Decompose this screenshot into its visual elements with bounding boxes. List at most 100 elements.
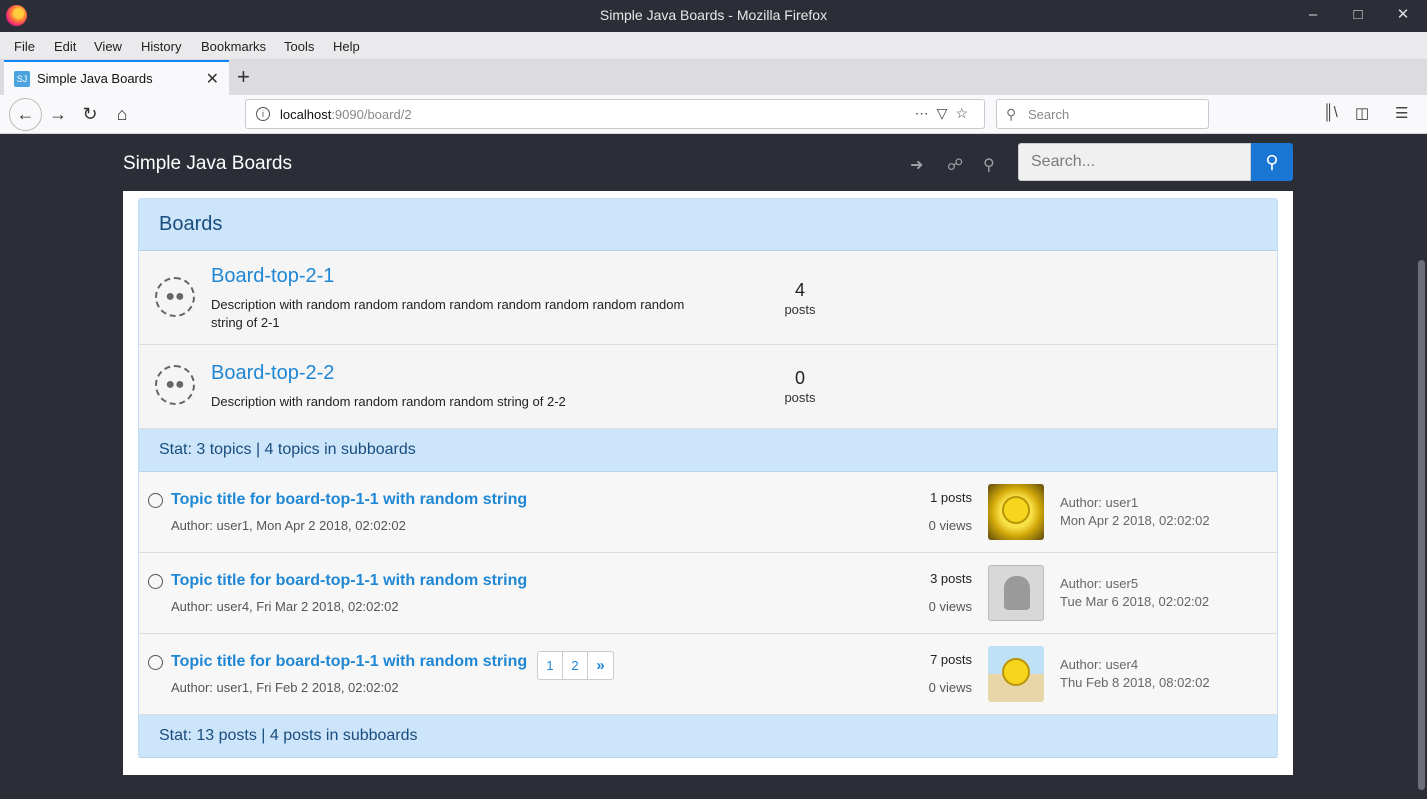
menu-bar: File Edit View History Bookmarks Tools H… (0, 32, 1427, 60)
window-title: Simple Java Boards - Mozilla Firefox (599, 7, 828, 23)
scrollbar[interactable] (1415, 135, 1427, 799)
forward-icon[interactable]: → (47, 103, 69, 125)
anonymous-spy-avatar[interactable] (988, 565, 1044, 621)
reload-icon[interactable]: ↻ (79, 103, 101, 125)
url-bar[interactable]: i localhost:9090/board/2 ⋯▽☆ (245, 99, 985, 129)
home-icon[interactable]: ⌂ (111, 103, 133, 125)
url-text[interactable]: localhost:9090/board/2 (280, 107, 412, 122)
board-description: Description with random random random ra… (211, 297, 685, 330)
topic-status-icon (148, 655, 163, 670)
site-favicon-icon: SJ (14, 71, 30, 87)
topic-row: Topic title for board-top-1-1 with rando… (139, 553, 1277, 634)
site-info-icon[interactable]: i (256, 107, 270, 121)
last-post-date: Tue Mar 6 2018, 02:02:02 (1060, 594, 1210, 609)
topic-title-link[interactable]: Topic title for board-top-1-1 with rando… (171, 572, 527, 590)
minimize-icon[interactable]: – (1304, 6, 1322, 24)
board-description: Description with random random random ra… (211, 394, 566, 409)
post-count-value: 4 (794, 280, 805, 300)
last-post-info: Author: user5 Tue Mar 6 2018, 02:02:02 (1060, 575, 1209, 611)
unlock-icon[interactable]: ☍ (947, 155, 963, 175)
maximize-icon[interactable]: □ (1349, 6, 1367, 24)
menu-help[interactable]: Help (333, 39, 360, 54)
menu-view[interactable]: View (94, 39, 122, 54)
last-post-info: Author: user4 Thu Feb 8 2018, 08:02:02 (1060, 656, 1210, 692)
bookmark-star-icon[interactable]: ☆ (955, 105, 976, 121)
topic-views: 0 views (928, 680, 972, 695)
hamburger-menu-icon[interactable]: ☰ (1395, 104, 1408, 122)
page-link-1[interactable]: 1 (538, 652, 563, 679)
topic-stat-bar: Stat: 3 topics | 4 topics in subboards (139, 429, 1277, 472)
close-tab-icon[interactable]: ✕ (206, 69, 219, 89)
back-icon[interactable]: ← (9, 98, 42, 131)
boards-heading: Boards (139, 199, 1277, 251)
smiley-face-icon (1002, 496, 1030, 524)
key-icon[interactable]: ⚲ (983, 155, 995, 175)
post-count-value: 0 (794, 368, 805, 388)
topic-meta: Author: user1, Mon Apr 2 2018, 02:02:02 (171, 518, 406, 533)
sign-in-icon[interactable]: ➜ (910, 155, 923, 175)
board-title-link[interactable]: Board-top-2-1 (211, 265, 334, 288)
menu-file[interactable]: File (14, 39, 35, 54)
window-titlebar: Simple Java Boards - Mozilla Firefox – □… (0, 0, 1427, 32)
page-link-2[interactable]: 2 (563, 652, 588, 679)
topic-row: Topic title for board-top-1-1 with rando… (139, 634, 1277, 715)
smiley-avatar[interactable] (988, 484, 1044, 540)
beach-smiley-avatar[interactable] (988, 646, 1044, 702)
topic-posts: 1 posts (930, 490, 972, 505)
menu-tools[interactable]: Tools (284, 39, 314, 54)
last-post-author: Author: user1 (1060, 495, 1139, 510)
tab-simple-java-boards[interactable]: SJ Simple Java Boards ✕ (4, 60, 229, 95)
board-title-link[interactable]: Board-top-2-2 (211, 362, 334, 385)
browser-search-input[interactable]: ⚲ Search (996, 99, 1209, 129)
menu-bookmarks[interactable]: Bookmarks (201, 39, 266, 54)
topic-meta: Author: user4, Fri Mar 2 2018, 02:02:02 (171, 599, 399, 614)
sidebar-icon[interactable]: ◫ (1355, 104, 1369, 122)
site-brand[interactable]: Simple Java Boards (123, 153, 292, 175)
comments-icon: ●● (155, 365, 195, 405)
topic-views: 0 views (928, 518, 972, 533)
page-next-icon[interactable]: » (588, 652, 613, 679)
new-tab-icon[interactable]: + (237, 64, 250, 90)
tab-strip: SJ Simple Java Boards ✕ + (0, 60, 1427, 95)
site-search-input[interactable]: Search... (1018, 143, 1251, 181)
post-count-label: posts (784, 302, 816, 317)
panel-title: Boards (159, 213, 223, 235)
topic-title-link[interactable]: Topic title for board-top-1-1 with rando… (171, 491, 527, 509)
smiley-face-icon (1002, 658, 1030, 686)
topic-views: 0 views (928, 599, 972, 614)
topic-title-link[interactable]: Topic title for board-top-1-1 with rando… (171, 653, 527, 671)
navigation-bar: ← → ↻ ⌂ i localhost:9090/board/2 ⋯▽☆ ⚲ S… (0, 95, 1427, 134)
boards-panel: Boards ●● Board-top-2-1 Description with… (138, 198, 1278, 758)
board-row: ●● Board-top-2-2 Description with random… (139, 345, 1277, 429)
board-post-count: 4 posts (779, 280, 821, 317)
library-icon[interactable]: ║\ (1323, 104, 1338, 121)
last-post-date: Thu Feb 8 2018, 08:02:02 (1060, 675, 1210, 690)
topic-stat-text: Stat: 3 topics | 4 topics in subboards (159, 441, 416, 458)
site-search-button[interactable]: ⚲ (1251, 143, 1293, 181)
search-icon: ⚲ (1006, 106, 1017, 122)
last-post-author: Author: user4 (1060, 657, 1139, 672)
menu-history[interactable]: History (141, 39, 181, 54)
post-count-label: posts (784, 390, 816, 405)
page-actions-icon[interactable]: ⋯ (915, 105, 937, 121)
topic-row: Topic title for board-top-1-1 with rando… (139, 472, 1277, 553)
close-icon[interactable]: ✕ (1394, 6, 1412, 24)
topic-status-icon (148, 493, 163, 508)
pocket-icon[interactable]: ▽ (937, 105, 956, 121)
topic-meta: Author: user1, Fri Feb 2 2018, 02:02:02 (171, 680, 399, 695)
last-post-author: Author: user5 (1060, 576, 1139, 591)
menu-edit[interactable]: Edit (54, 39, 76, 54)
topic-pagination: 1 2 » (537, 651, 614, 680)
board-post-count: 0 posts (779, 368, 821, 405)
last-post-date: Mon Apr 2 2018, 02:02:02 (1060, 513, 1210, 528)
search-placeholder: Search (1028, 107, 1070, 122)
spy-icon (1004, 576, 1030, 610)
post-stat-bar: Stat: 13 posts | 4 posts in subboards (139, 715, 1277, 758)
topic-status-icon (148, 574, 163, 589)
topic-posts: 7 posts (930, 652, 972, 667)
post-stat-text: Stat: 13 posts | 4 posts in subboards (159, 727, 418, 744)
scrollbar-thumb[interactable] (1418, 260, 1425, 790)
comments-icon: ●● (155, 277, 195, 317)
main-content: Boards ●● Board-top-2-1 Description with… (123, 191, 1293, 775)
search-icon: ⚲ (1265, 152, 1279, 172)
